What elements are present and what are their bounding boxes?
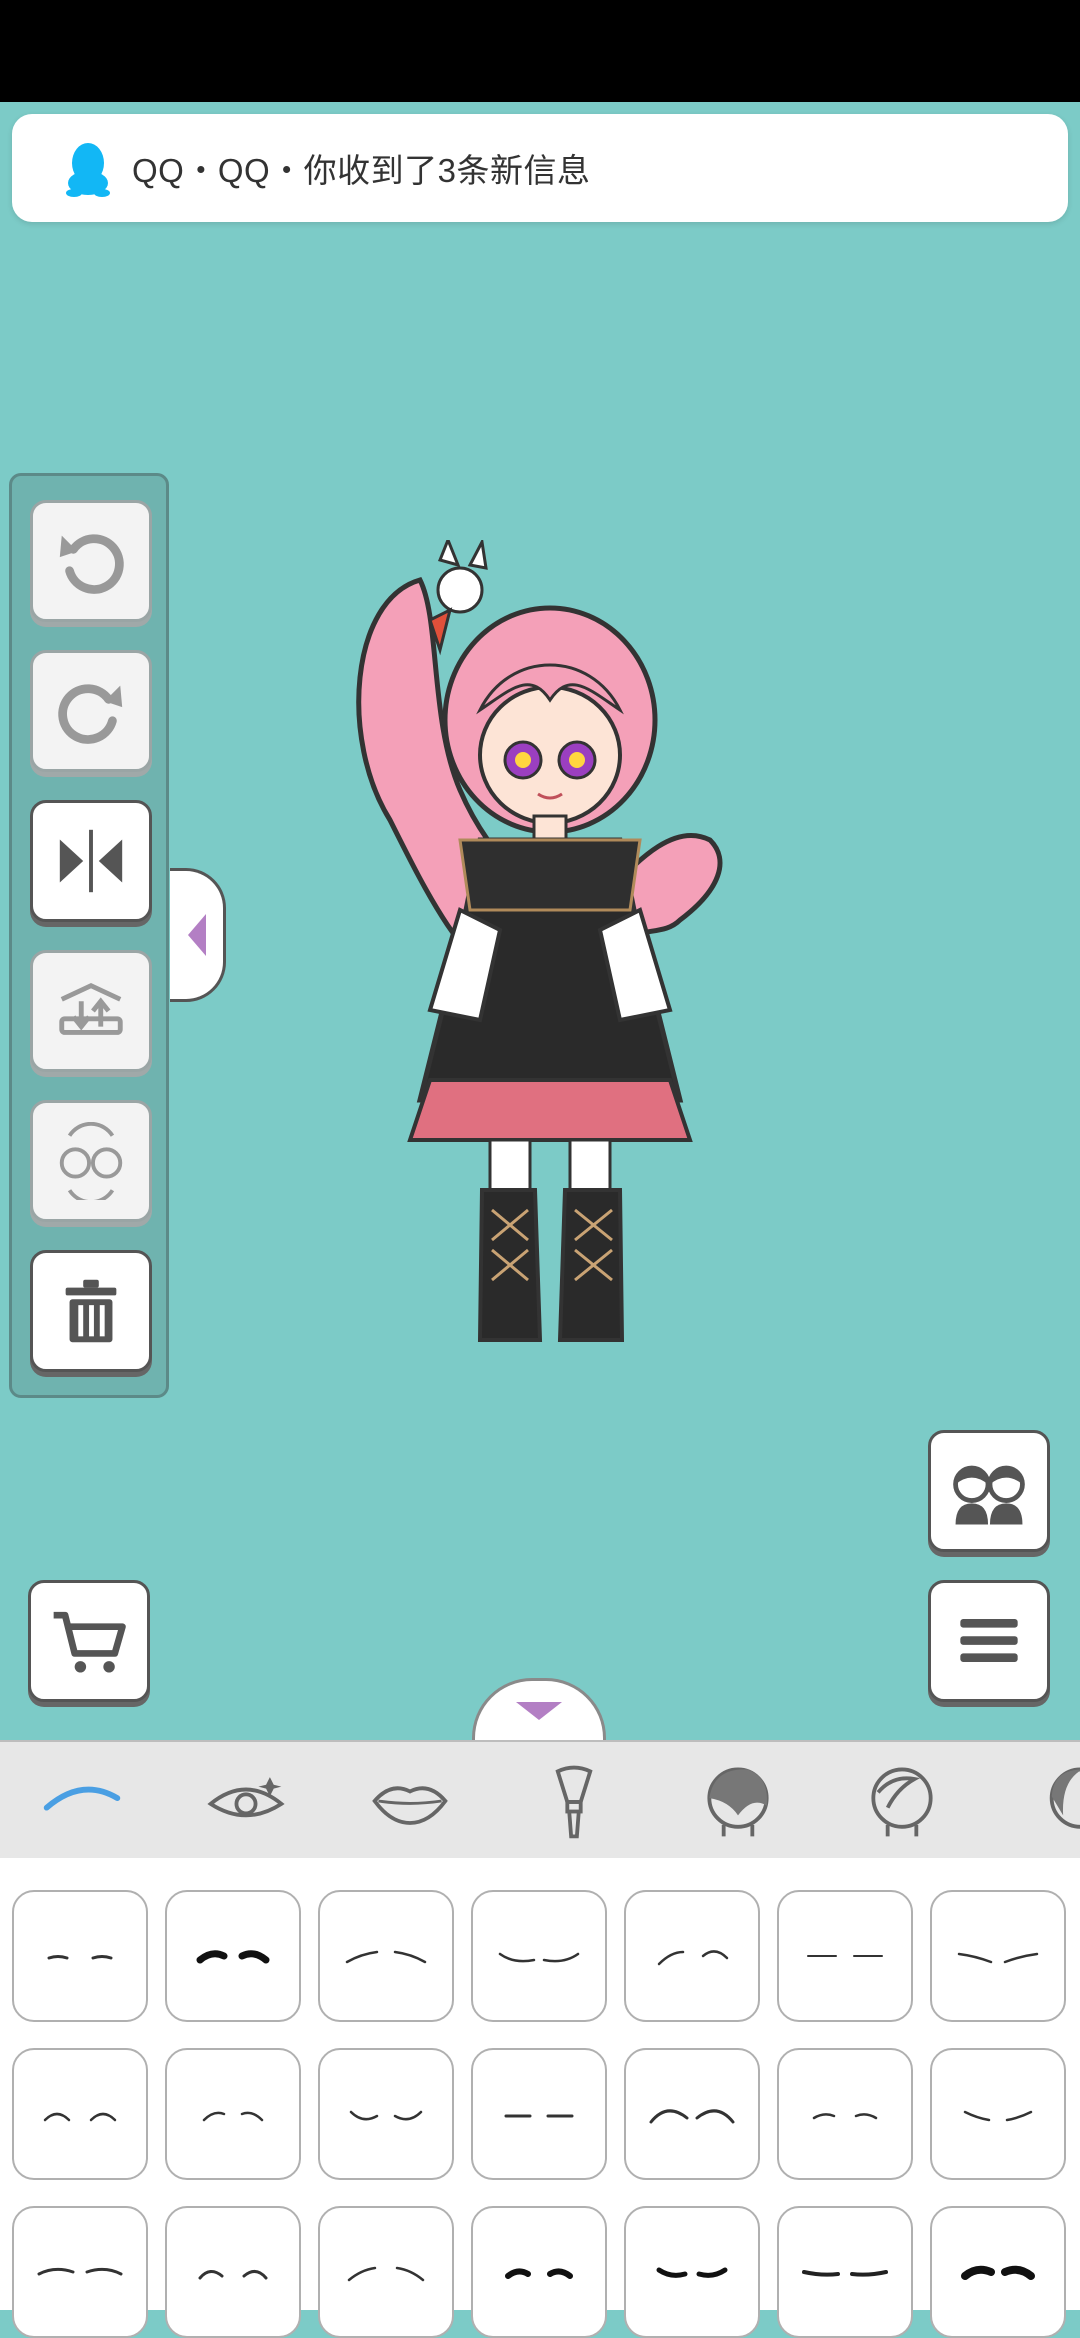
tab-hair-front[interactable] bbox=[656, 1742, 820, 1860]
eyebrow-option[interactable] bbox=[318, 1890, 454, 2022]
two-characters-icon bbox=[953, 1465, 1025, 1525]
eyebrow-option[interactable] bbox=[471, 1890, 607, 2022]
eyebrow-style-2 bbox=[196, 1950, 270, 1964]
eyebrow-option[interactable] bbox=[777, 2048, 913, 2180]
tab-hair-back[interactable] bbox=[820, 1742, 984, 1860]
eyebrow-option[interactable] bbox=[930, 2206, 1066, 2338]
layer-swap-icon bbox=[59, 982, 123, 1035]
shop-cart-button[interactable] bbox=[28, 1580, 150, 1702]
tab-eyebrows[interactable] bbox=[0, 1742, 164, 1860]
menu-button[interactable] bbox=[928, 1580, 1050, 1702]
chevron-down-icon bbox=[516, 1701, 562, 1720]
eyebrow-option[interactable] bbox=[930, 2048, 1066, 2180]
eyebrow-style-17 bbox=[347, 2266, 425, 2282]
eyebrow-option[interactable] bbox=[777, 2206, 913, 2338]
collapse-panel-tab[interactable] bbox=[472, 1678, 606, 1740]
hamburger-menu-icon bbox=[960, 1619, 1018, 1663]
eyebrow-style-3 bbox=[345, 1950, 427, 1964]
edit-toolbar bbox=[9, 473, 169, 1398]
tab-hair-side[interactable] bbox=[984, 1742, 1080, 1860]
eyebrow-option[interactable] bbox=[165, 1890, 301, 2022]
redo-button[interactable] bbox=[30, 650, 152, 772]
eyebrow-style-4 bbox=[498, 1952, 580, 1963]
eyebrow-style-14 bbox=[963, 2110, 1033, 2122]
layer-button[interactable] bbox=[30, 950, 152, 1072]
swap-character-button[interactable] bbox=[30, 1100, 152, 1222]
makeup-brush-icon bbox=[555, 1765, 593, 1839]
eyebrow-option[interactable] bbox=[624, 1890, 760, 2022]
flip-horizontal-icon bbox=[59, 829, 123, 893]
eyebrow-style-21 bbox=[961, 2265, 1035, 2280]
eyebrow-option[interactable] bbox=[12, 2206, 148, 2338]
eyebrow-style-19 bbox=[656, 2267, 728, 2278]
eyebrow-option[interactable] bbox=[777, 1890, 913, 2022]
eyebrow-option[interactable] bbox=[12, 2048, 148, 2180]
trash-icon bbox=[65, 1279, 117, 1343]
tab-makeup[interactable] bbox=[492, 1742, 656, 1860]
eyebrow-style-1 bbox=[47, 1955, 113, 1960]
eyebrow-icon bbox=[43, 1786, 121, 1811]
eyebrow-option[interactable] bbox=[12, 1890, 148, 2022]
undo-icon bbox=[59, 534, 124, 594]
eyebrow-style-18 bbox=[505, 2268, 573, 2279]
swap-character-icon bbox=[59, 1122, 123, 1200]
redo-icon bbox=[58, 684, 123, 744]
eyebrow-style-6 bbox=[807, 1955, 883, 1957]
eyebrow-style-8 bbox=[43, 2112, 117, 2122]
eyebrow-style-20 bbox=[802, 2270, 888, 2277]
eyebrow-style-10 bbox=[349, 2110, 423, 2121]
eyebrow-option[interactable] bbox=[471, 2048, 607, 2180]
eyebrow-option[interactable] bbox=[930, 1890, 1066, 2022]
characters-button[interactable] bbox=[928, 1430, 1050, 1552]
collapse-left-icon bbox=[187, 914, 206, 956]
eyebrow-style-7 bbox=[957, 1952, 1039, 1964]
eyebrow-style-11 bbox=[504, 2114, 574, 2118]
eyebrow-options-grid bbox=[0, 1858, 1080, 2338]
eyebrow-option[interactable] bbox=[318, 2206, 454, 2338]
undo-button[interactable] bbox=[30, 500, 152, 622]
eyebrow-style-13 bbox=[812, 2113, 878, 2120]
eyebrow-option[interactable] bbox=[471, 2206, 607, 2338]
tab-lips[interactable] bbox=[328, 1742, 492, 1860]
eye-icon bbox=[207, 1777, 285, 1818]
eyebrow-style-15 bbox=[37, 2267, 123, 2276]
lips-icon bbox=[372, 1786, 448, 1825]
hair-side-icon bbox=[1049, 1767, 1080, 1829]
hair-back-icon bbox=[871, 1767, 933, 1837]
tab-eyes[interactable] bbox=[164, 1742, 328, 1860]
eyebrow-option[interactable] bbox=[318, 2048, 454, 2180]
hair-front-icon bbox=[707, 1767, 769, 1837]
delete-button[interactable] bbox=[30, 1250, 152, 1372]
character-avatar[interactable] bbox=[330, 540, 790, 1360]
eyebrow-option[interactable] bbox=[624, 2048, 760, 2180]
notification-text: QQ・QQ・你收到了3条新信息 bbox=[132, 152, 591, 189]
eyebrow-style-5 bbox=[657, 1950, 729, 1966]
eyebrow-style-12 bbox=[649, 2109, 735, 2124]
eyebrow-option[interactable] bbox=[165, 2048, 301, 2180]
status-bar bbox=[0, 0, 1080, 102]
notification-banner[interactable]: QQ・QQ・你收到了3条新信息 bbox=[12, 114, 1068, 222]
cart-icon bbox=[53, 1611, 126, 1673]
eyebrow-style-16 bbox=[198, 2270, 268, 2280]
eyebrow-option[interactable] bbox=[165, 2206, 301, 2338]
qq-penguin-icon bbox=[66, 143, 110, 197]
category-tabs bbox=[0, 1740, 1080, 1860]
collapse-toolbar-tab[interactable] bbox=[170, 868, 226, 1002]
eyebrow-style-9 bbox=[202, 2111, 264, 2122]
eyebrow-option[interactable] bbox=[624, 2206, 760, 2338]
flip-button[interactable] bbox=[30, 800, 152, 922]
